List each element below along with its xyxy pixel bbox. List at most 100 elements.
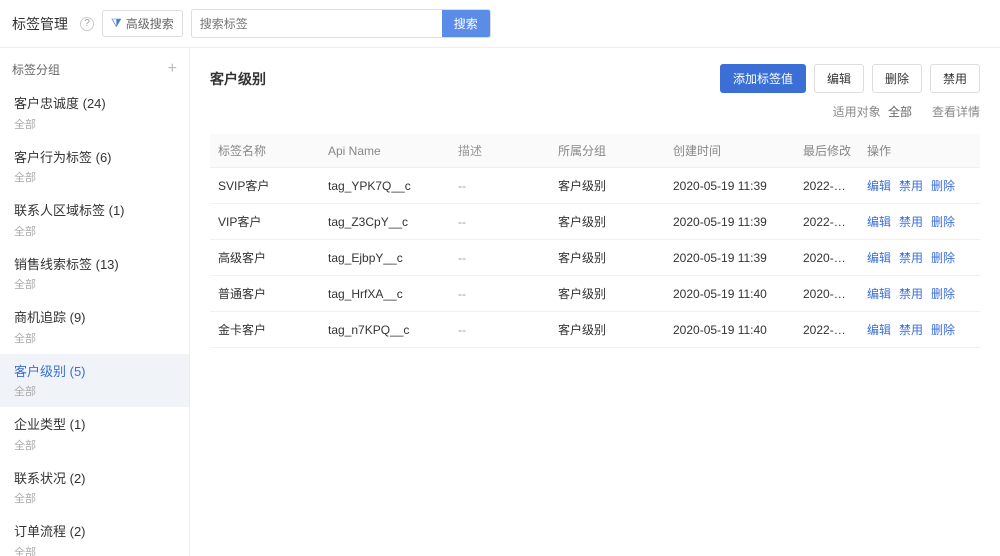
- sidebar-item[interactable]: 订单流程 (2) 全部: [0, 514, 189, 556]
- page-title: 标签管理: [12, 14, 68, 34]
- sidebar: 标签分组 + 客户忠诚度 (24)全部客户行为标签 (6)全部联系人区域标签 (…: [0, 48, 190, 556]
- group-name: 订单流程 (2): [14, 522, 175, 542]
- table-row: 高级客户tag_EjbpY__c--客户级别2020-05-19 11:3920…: [210, 240, 980, 276]
- group-name: 客户级别 (5): [14, 362, 175, 382]
- table-header: 标签名称 Api Name 描述 所属分组 创建时间 最后修改 操作: [210, 134, 980, 168]
- group-sub: 全部: [14, 490, 175, 506]
- table-row: 金卡客户tag_n7KPQ__c--客户级别2020-05-19 11:4020…: [210, 312, 980, 348]
- row-disable-link[interactable]: 禁用: [899, 285, 923, 302]
- sidebar-item[interactable]: 客户级别 (5)全部: [0, 354, 189, 408]
- cell-name: 高级客户: [210, 249, 320, 266]
- group-sub: 全部: [14, 276, 175, 292]
- search-input[interactable]: [192, 12, 442, 36]
- row-delete-link[interactable]: 删除: [931, 249, 955, 266]
- cell-group: 客户级别: [550, 249, 665, 266]
- group-sub: 全部: [14, 544, 175, 556]
- cell-modified: 2022-12-: [795, 215, 859, 229]
- edit-button[interactable]: 编辑: [814, 64, 864, 93]
- advanced-search-button[interactable]: ⧩ 高级搜索: [102, 10, 183, 37]
- add-tag-button[interactable]: 添加标签值: [720, 64, 806, 93]
- cell-api: tag_n7KPQ__c: [320, 323, 450, 337]
- cell-desc: --: [450, 179, 550, 193]
- cell-group: 客户级别: [550, 213, 665, 230]
- group-name: 销售线索标签 (13): [14, 255, 175, 275]
- col-created: 创建时间: [665, 142, 795, 159]
- action-bar: 添加标签值 编辑 删除 禁用: [720, 64, 980, 93]
- filter-icon: ⧩: [111, 16, 122, 31]
- table-row: VIP客户tag_Z3CpY__c--客户级别2020-05-19 11:392…: [210, 204, 980, 240]
- view-detail-link[interactable]: 查看详情: [932, 103, 980, 120]
- table-row: SVIP客户tag_YPK7Q__c--客户级别2020-05-19 11:39…: [210, 168, 980, 204]
- help-icon[interactable]: ?: [80, 17, 94, 31]
- row-disable-link[interactable]: 禁用: [899, 321, 923, 338]
- cell-created: 2020-05-19 11:39: [665, 179, 795, 193]
- col-name: 标签名称: [210, 142, 320, 159]
- row-delete-link[interactable]: 删除: [931, 213, 955, 230]
- cell-created: 2020-05-19 11:39: [665, 251, 795, 265]
- group-sub: 全部: [14, 437, 175, 453]
- topbar: 标签管理 ? ⧩ 高级搜索 搜索: [0, 0, 1000, 48]
- disable-button[interactable]: 禁用: [930, 64, 980, 93]
- group-name: 商机追踪 (9): [14, 308, 175, 328]
- group-sub: 全部: [14, 330, 175, 346]
- group-sub: 全部: [14, 169, 175, 185]
- cell-modified: 2022-12-: [795, 323, 859, 337]
- group-name: 客户行为标签 (6): [14, 148, 175, 168]
- cell-group: 客户级别: [550, 321, 665, 338]
- cell-created: 2020-05-19 11:40: [665, 287, 795, 301]
- row-edit-link[interactable]: 编辑: [867, 213, 891, 230]
- subrow: 适用对象 全部 查看详情: [210, 103, 980, 120]
- scope-value: 全部: [888, 105, 912, 119]
- cell-created: 2020-05-19 11:40: [665, 323, 795, 337]
- row-delete-link[interactable]: 删除: [931, 285, 955, 302]
- sidebar-item[interactable]: 企业类型 (1)全部: [0, 407, 189, 461]
- sidebar-item[interactable]: 联系人区域标签 (1)全部: [0, 193, 189, 247]
- sidebar-item[interactable]: 商机追踪 (9) 全部: [0, 300, 189, 354]
- sidebar-item[interactable]: 客户行为标签 (6)全部: [0, 140, 189, 194]
- search-box: 搜索: [191, 9, 491, 38]
- cell-group: 客户级别: [550, 285, 665, 302]
- table-row: 普通客户tag_HrfXA__c--客户级别2020-05-19 11:4020…: [210, 276, 980, 312]
- cell-created: 2020-05-19 11:39: [665, 215, 795, 229]
- sidebar-header: 标签分组 +: [0, 48, 189, 86]
- cell-ops: 编辑禁用删除: [859, 213, 980, 230]
- row-disable-link[interactable]: 禁用: [899, 249, 923, 266]
- sidebar-item[interactable]: 客户忠诚度 (24) 全部: [0, 86, 189, 140]
- cell-modified: 2020-05-: [795, 287, 859, 301]
- row-disable-link[interactable]: 禁用: [899, 177, 923, 194]
- scope: 适用对象 全部: [833, 103, 912, 120]
- row-delete-link[interactable]: 删除: [931, 321, 955, 338]
- main-title: 客户级别: [210, 69, 266, 89]
- row-disable-link[interactable]: 禁用: [899, 213, 923, 230]
- cell-name: SVIP客户: [210, 177, 320, 194]
- group-name: 客户忠诚度 (24): [14, 94, 175, 114]
- search-button[interactable]: 搜索: [442, 10, 490, 37]
- main: 客户级别 添加标签值 编辑 删除 禁用 适用对象 全部 查看详情 标签名称 Ap…: [190, 48, 1000, 556]
- delete-button[interactable]: 删除: [872, 64, 922, 93]
- body: 标签分组 + 客户忠诚度 (24)全部客户行为标签 (6)全部联系人区域标签 (…: [0, 48, 1000, 556]
- row-edit-link[interactable]: 编辑: [867, 321, 891, 338]
- cell-name: 金卡客户: [210, 321, 320, 338]
- group-name: 联系人区域标签 (1): [14, 201, 175, 221]
- advanced-search-label: 高级搜索: [126, 15, 174, 32]
- cell-desc: --: [450, 215, 550, 229]
- col-api: Api Name: [320, 144, 450, 158]
- row-edit-link[interactable]: 编辑: [867, 249, 891, 266]
- row-delete-link[interactable]: 删除: [931, 177, 955, 194]
- cell-desc: --: [450, 287, 550, 301]
- main-header: 客户级别 添加标签值 编辑 删除 禁用: [210, 64, 980, 93]
- cell-api: tag_Z3CpY__c: [320, 215, 450, 229]
- cell-desc: --: [450, 323, 550, 337]
- tag-table: 标签名称 Api Name 描述 所属分组 创建时间 最后修改 操作 SVIP客…: [210, 134, 980, 348]
- add-group-icon[interactable]: +: [168, 60, 177, 78]
- sidebar-item[interactable]: 销售线索标签 (13)全部: [0, 247, 189, 301]
- sidebar-item[interactable]: 联系状况 (2)全部: [0, 461, 189, 515]
- col-group: 所属分组: [550, 142, 665, 159]
- row-edit-link[interactable]: 编辑: [867, 285, 891, 302]
- row-edit-link[interactable]: 编辑: [867, 177, 891, 194]
- group-sub: 全部: [14, 116, 175, 132]
- cell-desc: --: [450, 251, 550, 265]
- cell-api: tag_EjbpY__c: [320, 251, 450, 265]
- cell-name: VIP客户: [210, 213, 320, 230]
- cell-ops: 编辑禁用删除: [859, 177, 980, 194]
